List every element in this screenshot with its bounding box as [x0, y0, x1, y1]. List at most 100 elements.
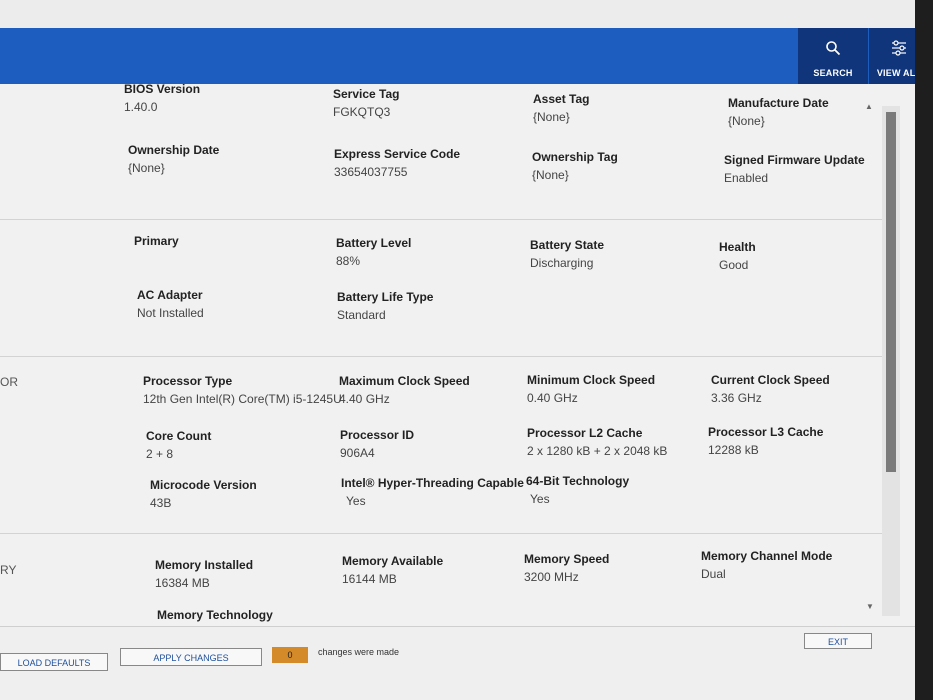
- 64bit-value: Yes: [530, 492, 550, 506]
- core-count-value: 2 + 8: [146, 447, 174, 461]
- ownership-tag-field: Ownership Tag {None}: [532, 150, 618, 182]
- view-all-label: VIEW ALL: [876, 68, 915, 78]
- l2-cache-value: 2 x 1280 kB + 2 x 2048 kB: [527, 444, 668, 458]
- search-label: SEARCH: [813, 68, 853, 78]
- 64bit-field: 64-Bit Technology Yes: [526, 474, 629, 506]
- bios-version-label: BIOS Version: [124, 82, 201, 96]
- apply-changes-button[interactable]: APPLY CHANGES: [120, 648, 262, 666]
- memory-speed-label: Memory Speed: [524, 552, 610, 566]
- battery-life-type-value: Standard: [337, 308, 386, 322]
- memory-channel-label: Memory Channel Mode: [701, 549, 833, 563]
- microcode-label: Microcode Version: [150, 478, 257, 492]
- current-clock-label: Current Clock Speed: [711, 373, 830, 387]
- asset-tag-field: Asset Tag {None}: [533, 92, 589, 124]
- monitor-bezel: [915, 0, 933, 700]
- l2-cache-field: Processor L2 Cache 2 x 1280 kB + 2 x 204…: [527, 426, 667, 458]
- battery-level-value: 88%: [336, 254, 361, 268]
- min-clock-value: 0.40 GHz: [527, 391, 578, 405]
- battery-health-label: Health: [719, 240, 756, 254]
- processor-id-label: Processor ID: [340, 428, 415, 442]
- asset-tag-label: Asset Tag: [533, 92, 590, 106]
- battery-primary-field: Primary: [134, 234, 179, 248]
- memory-technology-label: Memory Technology: [157, 608, 273, 622]
- battery-health-value: Good: [719, 258, 749, 272]
- scrollbar-thumb[interactable]: [886, 112, 896, 472]
- processor-type-field: Processor Type 12th Gen Intel(R) Core(TM…: [143, 374, 342, 406]
- memory-available-label: Memory Available: [342, 554, 444, 568]
- manufacture-date-field: Manufacture Date {None}: [728, 96, 829, 128]
- l2-cache-label: Processor L2 Cache: [527, 426, 643, 440]
- battery-state-value: Discharging: [530, 256, 594, 270]
- ownership-date-field: Ownership Date {None}: [128, 143, 219, 175]
- ac-adapter-field: AC Adapter Not Installed: [137, 288, 204, 320]
- footer-bar: LOAD DEFAULTS APPLY CHANGES 0 changes we…: [0, 626, 915, 700]
- scrollbar[interactable]: [882, 106, 900, 616]
- signed-firmware-label: Signed Firmware Update: [724, 153, 865, 167]
- memory-installed-label: Memory Installed: [155, 558, 254, 572]
- processor-id-field: Processor ID 906A4: [340, 428, 414, 460]
- battery-level-field: Battery Level 88%: [336, 236, 411, 268]
- battery-level-label: Battery Level: [336, 236, 412, 250]
- battery-life-type-label: Battery Life Type: [337, 290, 434, 304]
- microcode-field: Microcode Version 43B: [150, 478, 257, 510]
- battery-life-type-field: Battery Life Type Standard: [337, 290, 433, 322]
- processor-type-label: Processor Type: [143, 374, 233, 388]
- scroll-up-icon[interactable]: ▲: [865, 102, 873, 111]
- memory-installed-value: 16384 MB: [155, 576, 210, 590]
- core-count-label: Core Count: [146, 429, 212, 443]
- section-divider: [0, 219, 900, 220]
- max-clock-label: Maximum Clock Speed: [339, 374, 470, 388]
- l3-cache-label: Processor L3 Cache: [708, 425, 824, 439]
- ac-adapter-value: Not Installed: [137, 306, 204, 320]
- current-clock-field: Current Clock Speed 3.36 GHz: [711, 373, 830, 405]
- search-button[interactable]: SEARCH: [798, 28, 868, 84]
- bios-screen: SEARCH VIEW ALL BIOS Version 1.40.0 Serv…: [0, 0, 915, 700]
- hyperthreading-label: Intel® Hyper-Threading Capable: [341, 476, 524, 490]
- core-count-field: Core Count 2 + 8: [146, 429, 211, 461]
- service-tag-value: FGKQTQ3: [333, 105, 391, 119]
- ownership-date-value: {None}: [128, 161, 165, 175]
- changes-count-badge: 0: [272, 647, 308, 663]
- memory-speed-value: 3200 MHz: [524, 570, 579, 584]
- battery-state-field: Battery State Discharging: [530, 238, 604, 270]
- memory-available-field: Memory Available 16144 MB: [342, 554, 443, 586]
- search-icon: [826, 41, 841, 56]
- max-clock-field: Maximum Clock Speed 4.40 GHz: [339, 374, 470, 406]
- l3-cache-field: Processor L3 Cache 12288 kB: [708, 425, 823, 457]
- min-clock-label: Minimum Clock Speed: [527, 373, 656, 387]
- memory-speed-field: Memory Speed 3200 MHz: [524, 552, 609, 584]
- express-service-code-value: 33654037755: [334, 165, 408, 179]
- hyperthreading-value: Yes: [346, 494, 366, 508]
- service-tag-field: Service Tag FGKQTQ3: [333, 87, 399, 119]
- memory-technology-field: Memory Technology: [157, 608, 273, 622]
- battery-primary-label: Primary: [134, 234, 179, 248]
- signed-firmware-field: Signed Firmware Update Enabled: [724, 153, 865, 185]
- battery-state-label: Battery State: [530, 238, 605, 252]
- 64bit-label: 64-Bit Technology: [526, 474, 630, 488]
- ownership-tag-label: Ownership Tag: [532, 150, 618, 164]
- asset-tag-value: {None}: [533, 110, 570, 124]
- signed-firmware-value: Enabled: [724, 171, 769, 185]
- load-defaults-button[interactable]: LOAD DEFAULTS: [0, 653, 108, 671]
- exit-button[interactable]: EXIT: [804, 633, 872, 649]
- current-clock-value: 3.36 GHz: [711, 391, 762, 405]
- bios-version-field: BIOS Version 1.40.0: [124, 82, 200, 114]
- scroll-down-icon[interactable]: ▼: [866, 602, 874, 611]
- memory-channel-field: Memory Channel Mode Dual: [701, 549, 832, 581]
- min-clock-field: Minimum Clock Speed 0.40 GHz: [527, 373, 655, 405]
- section-divider: [0, 533, 900, 534]
- memory-channel-value: Dual: [701, 567, 726, 581]
- bios-version-value: 1.40.0: [124, 100, 158, 114]
- ownership-date-label: Ownership Date: [128, 143, 220, 157]
- memory-available-value: 16144 MB: [342, 572, 397, 586]
- top-strip: [0, 0, 915, 28]
- max-clock-value: 4.40 GHz: [339, 392, 390, 406]
- ac-adapter-label: AC Adapter: [137, 288, 203, 302]
- processor-section-label: OR: [0, 375, 18, 389]
- service-tag-label: Service Tag: [333, 87, 400, 101]
- header-bar: [0, 28, 915, 84]
- manufacture-date-label: Manufacture Date: [728, 96, 829, 110]
- processor-type-value: 12th Gen Intel(R) Core(TM) i5-1245U: [143, 392, 342, 406]
- processor-id-value: 906A4: [340, 446, 375, 460]
- view-all-button[interactable]: VIEW ALL: [869, 28, 915, 84]
